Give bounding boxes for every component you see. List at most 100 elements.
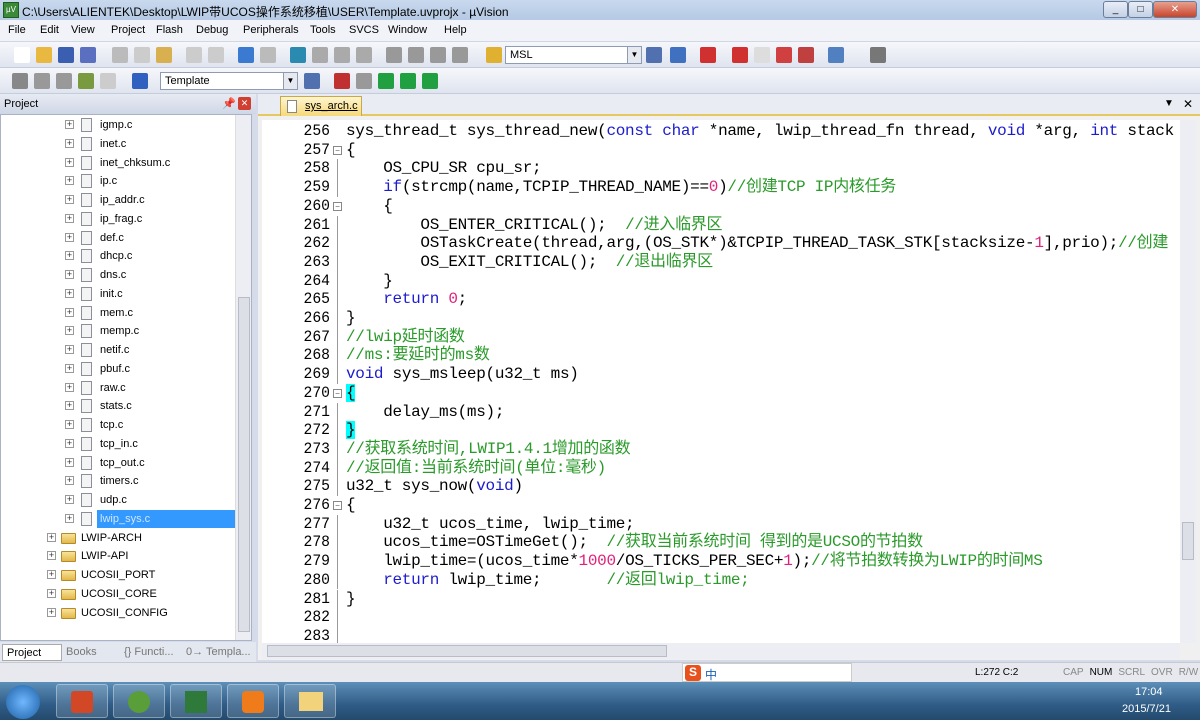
expand-icon[interactable]: + <box>65 326 74 336</box>
toolbar-icon[interactable] <box>260 47 276 63</box>
toolbar-icon[interactable] <box>132 73 148 89</box>
expand-icon[interactable]: + <box>65 157 74 167</box>
expand-icon[interactable]: + <box>65 382 74 392</box>
tree-group[interactable]: + UCOSII_CORE <box>1 585 236 603</box>
code-line[interactable]: { <box>346 383 356 403</box>
tree-file[interactable]: + lwip_sys.c <box>1 509 236 528</box>
toolbar-icon[interactable] <box>12 73 28 89</box>
scroll-thumb[interactable] <box>267 645 667 657</box>
tree-file[interactable]: + raw.c <box>1 379 236 397</box>
toolbar-icon[interactable] <box>646 47 662 63</box>
tree-file[interactable]: + netif.c <box>1 341 236 359</box>
tree-group[interactable]: + LWIP-API <box>1 547 236 565</box>
fold-toggle-icon[interactable]: − <box>333 201 342 211</box>
expand-icon[interactable]: + <box>65 120 74 129</box>
fold-toggle-icon[interactable]: − <box>333 388 342 398</box>
tab-sys-arch[interactable]: sys_arch.c <box>280 96 362 116</box>
tree-file[interactable]: + igmp.c <box>1 116 236 134</box>
chevron-down-icon[interactable]: ▼ <box>283 73 297 89</box>
toolbar-icon[interactable] <box>670 47 686 63</box>
tree-file[interactable]: + mem.c <box>1 304 236 322</box>
toolbar-icon[interactable] <box>290 47 306 63</box>
maximize-button[interactable]: □ <box>1128 1 1153 18</box>
expand-icon[interactable]: + <box>65 476 74 486</box>
close-button[interactable]: ✕ <box>1153 1 1197 18</box>
start-button[interactable] <box>6 685 40 719</box>
toolbar-icon[interactable] <box>356 73 372 89</box>
camtasia-button[interactable] <box>113 684 165 718</box>
chevron-down-icon[interactable]: ▼ <box>1164 98 1174 109</box>
toolbar-icon[interactable] <box>408 47 424 63</box>
pin-icon[interactable]: 📌 <box>222 97 236 110</box>
toolbar-icon[interactable] <box>386 47 402 63</box>
toolbar-icon[interactable] <box>36 47 52 63</box>
code-line[interactable]: { <box>346 141 356 160</box>
tree-file[interactable]: + tcp.c <box>1 416 236 434</box>
toolbar-icon[interactable] <box>754 47 770 63</box>
tree-file[interactable]: + inet.c <box>1 135 236 153</box>
expand-icon[interactable]: + <box>65 363 74 373</box>
expand-icon[interactable]: + <box>47 607 56 617</box>
toolbar-icon[interactable] <box>78 73 94 89</box>
tree-file[interactable]: + def.c <box>1 229 236 247</box>
tree-file[interactable]: + tcp_out.c <box>1 454 236 472</box>
tab-project[interactable]: Project <box>2 644 62 661</box>
ime-mode[interactable]: 中 <box>705 666 717 683</box>
toolbar-icon[interactable] <box>156 47 172 63</box>
expand-icon[interactable]: + <box>65 270 74 279</box>
toolbar-icon[interactable] <box>870 47 886 63</box>
fold-toggle-icon[interactable]: − <box>333 145 342 155</box>
expand-icon[interactable]: + <box>65 213 74 223</box>
toolbar-icon[interactable] <box>58 47 74 63</box>
tree-file[interactable]: + inet_chksum.c <box>1 154 236 172</box>
expand-icon[interactable]: + <box>65 495 74 504</box>
menu-flash[interactable]: Flash <box>156 24 183 36</box>
code-line[interactable]: //获取系统时间,LWIP1.4.1增加的函数 <box>346 440 631 459</box>
code-line[interactable]: OSTaskCreate(thread,arg,(OS_STK*)&TCPIP_… <box>346 234 1168 253</box>
toolbar-icon[interactable] <box>238 47 254 63</box>
code-line[interactable]: OS_ENTER_CRITICAL(); //进入临界区 <box>346 216 722 235</box>
target-combo[interactable]: Template ▼ <box>160 72 298 90</box>
clock-date[interactable]: 2015/7/21 <box>1122 703 1171 715</box>
toolbar-icon[interactable] <box>134 47 150 63</box>
menu-debug[interactable]: Debug <box>196 24 228 36</box>
code-line[interactable]: return lwip_time; //返回lwip_time; <box>346 571 750 590</box>
menu-svcs[interactable]: SVCS <box>349 24 379 36</box>
close-tab-icon[interactable]: ✕ <box>1183 97 1193 111</box>
toolbar-icon[interactable] <box>430 47 446 63</box>
find-combo[interactable]: MSL ▼ <box>505 46 642 64</box>
tree-file[interactable]: + init.c <box>1 285 236 303</box>
tree-file[interactable]: + dhcp.c <box>1 247 236 265</box>
toolbar-icon[interactable] <box>14 47 30 63</box>
expand-icon[interactable]: + <box>65 307 74 317</box>
expand-icon[interactable]: + <box>65 513 74 523</box>
close-panel-icon[interactable]: ✕ <box>238 97 251 110</box>
chevron-down-icon[interactable]: ▼ <box>627 47 641 63</box>
code-line[interactable]: } <box>346 309 356 328</box>
expand-icon[interactable]: + <box>65 195 74 204</box>
code-line[interactable]: //返回值:当前系统时间(单位:毫秒) <box>346 459 606 478</box>
code-line[interactable]: if(strcmp(name,TCPIP_THREAD_NAME)==0)//创… <box>346 178 896 197</box>
ime-toolbar[interactable]: S 中 <box>682 663 852 682</box>
expand-icon[interactable]: + <box>65 288 74 298</box>
code-editor[interactable]: 256 sys_thread_t sys_thread_new(const cha… <box>262 120 1180 643</box>
toolbar-icon[interactable] <box>776 47 792 63</box>
tab-books[interactable]: Books <box>62 644 120 661</box>
expand-icon[interactable]: + <box>65 401 74 411</box>
project-scrollbar[interactable] <box>235 115 251 640</box>
expand-icon[interactable]: + <box>47 570 56 579</box>
tree-group[interactable]: + LWIP-ARCH <box>1 529 236 547</box>
toolbar-icon[interactable] <box>112 47 128 63</box>
toolbar-icon[interactable] <box>56 73 72 89</box>
explorer-button[interactable] <box>284 684 336 718</box>
tree-file[interactable]: + memp.c <box>1 322 236 340</box>
code-line[interactable]: OS_EXIT_CRITICAL(); //退出临界区 <box>346 253 713 272</box>
code-line[interactable]: OS_CPU_SR cpu_sr; <box>346 159 541 178</box>
tree-group[interactable]: + UCOSII_PORT <box>1 566 236 584</box>
tree-group[interactable]: + UCOSII_CONFIG <box>1 604 236 622</box>
menu-project[interactable]: Project <box>111 24 145 36</box>
toolbar-icon[interactable] <box>356 47 372 63</box>
toolbar-icon[interactable] <box>732 47 748 63</box>
code-line[interactable]: //ms:要延时的ms数 <box>346 346 490 365</box>
keil-button[interactable] <box>170 684 222 718</box>
